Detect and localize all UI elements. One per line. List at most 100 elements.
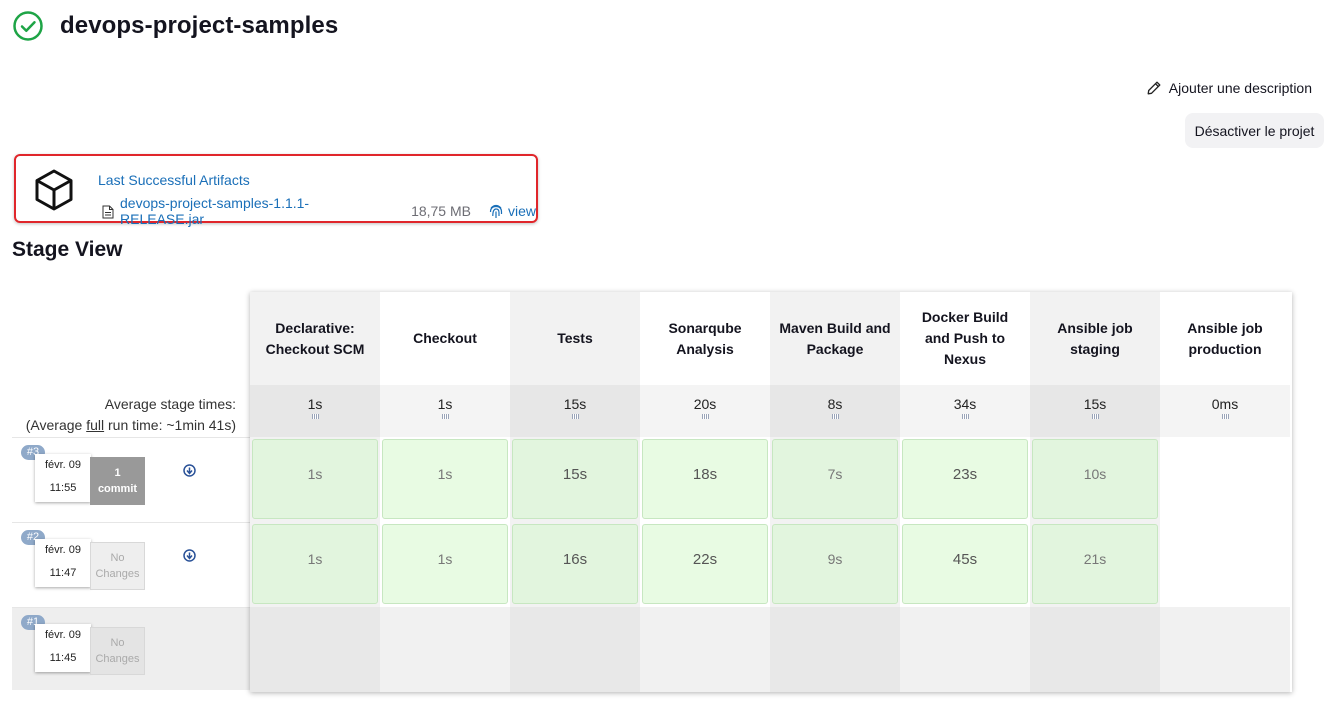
stage-average-value: 34s [953,396,977,412]
stage-cell-empty [640,607,770,692]
stage-average-bar [311,414,319,419]
build-time: 11:45 [49,652,77,664]
stage-view: Average stage times: (Average full run t… [12,292,1292,692]
stage-grid: Declarative: Checkout SCM 1s 1s 1s Checkout 1… [250,292,1292,692]
stage-average-time: 1s [380,385,510,437]
artifact-file-link[interactable]: devops-project-samples-1.1.1-RELEASE.jar [120,195,393,227]
stage-cell-success[interactable]: 1s [252,524,378,604]
stage-duration: 1s [307,466,323,482]
stage-average-value: 15s [1083,396,1107,412]
stage-header: Ansible job production [1187,319,1263,357]
stage-cell-success[interactable]: 18s [642,439,768,519]
stage-cell-success[interactable]: 1s [382,439,508,519]
build-date-card: févr. 09 11:55 [35,454,91,502]
average-stage-times-text: Average stage times: [104,396,236,412]
stage-header: Declarative: Checkout SCM [265,319,365,357]
stage-average-value: 0ms [1211,396,1239,412]
view-fingerprint-link[interactable]: view [489,203,536,219]
stage-average-time: 15s [1030,385,1160,437]
stage-header: Checkout [413,330,477,346]
stage-average-time: 20s [640,385,770,437]
stage-average-value: 8s [827,396,843,412]
stage-cell-success[interactable]: 1s [252,439,378,519]
stage-average-time: 8s [770,385,900,437]
stage-column: Ansible job production 0ms [1160,292,1290,692]
file-icon [102,205,114,219]
average-times-label: Average stage times: (Average full run t… [26,394,236,436]
fingerprint-icon [489,204,503,218]
stage-cell-empty [900,607,1030,692]
add-description-link[interactable]: Ajouter une description [1146,80,1312,96]
full-run-time-link[interactable]: full [86,417,104,433]
stage-average-bar [571,414,579,419]
stage-header: Ansible job staging [1057,319,1133,357]
build-time: 11:55 [49,482,77,494]
stage-average-bar [831,414,839,419]
stage-cell-success[interactable]: 21s [1032,524,1158,604]
stage-average-time: 15s [510,385,640,437]
stage-duration: 23s [952,466,978,483]
stage-header: Docker Build and Push to Nexus [921,309,1009,367]
stage-cell-success[interactable]: 23s [902,439,1028,519]
build-row-1: #1 févr. 09 11:45 No Changes [12,607,250,690]
stage-average-time: 1s [250,385,380,437]
stage-duration: 22s [692,551,718,568]
stage-duration: 18s [692,466,718,483]
build-info-icon[interactable] [183,549,196,562]
stage-column: Declarative: Checkout SCM 1s 1s 1s [250,292,380,692]
stage-cell-success[interactable]: 45s [902,524,1028,604]
build-row-3: #3 févr. 09 11:55 1 commit [12,437,250,522]
stage-cell-success[interactable]: 1s [382,524,508,604]
stage-average-bar [961,414,969,419]
artifact-file-size: 18,75 MB [411,203,471,219]
success-check-icon [13,11,43,41]
changes-button[interactable]: 1 commit [90,457,145,505]
stage-cell-success[interactable]: 7s [772,439,898,519]
build-date: févr. 09 [44,544,82,556]
stage-average-time: 0ms [1160,385,1290,437]
stage-column: Checkout 1s 1s 1s [380,292,510,692]
stage-column: Maven Build and Package 8s 7s 9s [770,292,900,692]
stage-column: Ansible job staging 15s 10s 21s [1030,292,1160,692]
disable-project-button[interactable]: Désactiver le projet [1185,113,1324,148]
stage-column: Tests 15s 15s 16s [510,292,640,692]
stage-average-bar [701,414,709,419]
build-history-column: Average stage times: (Average full run t… [12,292,250,692]
build-date-card: févr. 09 11:45 [35,624,91,672]
stage-duration: 7s [827,466,843,482]
stage-duration: 45s [952,551,978,568]
stage-cell-success[interactable]: 16s [512,524,638,604]
stage-cell-success[interactable]: 15s [512,439,638,519]
stage-average-value: 20s [693,396,717,412]
stage-duration: 1s [437,466,453,482]
no-changes-card: No Changes [90,542,145,590]
stage-average-value: 1s [437,396,453,412]
stage-average-bar [1091,414,1099,419]
stage-view-title: Stage View [12,238,123,261]
view-label: view [507,203,536,219]
stage-duration: 1s [437,551,453,567]
stage-cell-empty [770,607,900,692]
stage-duration: 21s [1083,551,1107,567]
stage-duration: 1s [307,551,323,567]
stage-cell-empty [380,607,510,692]
stage-header: Maven Build and Package [779,319,891,357]
last-successful-artifacts-panel: Last Successful Artifacts devops-project… [14,154,538,227]
stage-average-time: 34s [900,385,1030,437]
stage-header: Tests [557,330,593,346]
last-successful-artifacts-link[interactable]: Last Successful Artifacts [98,172,250,188]
build-date: févr. 09 [44,629,82,641]
stage-cell-success[interactable]: 10s [1032,439,1158,519]
build-info-icon[interactable] [183,464,196,477]
stage-average-bar [441,414,449,419]
package-icon [35,169,73,211]
stage-cell-success[interactable]: 22s [642,524,768,604]
build-row-2: #2 févr. 09 11:47 No Changes [12,522,250,607]
stage-duration: 9s [827,551,843,567]
stage-cell-empty [250,607,380,692]
job-header: devops-project-samples [12,10,338,42]
add-description-label: Ajouter une description [1168,80,1312,96]
stage-cell-success[interactable]: 9s [772,524,898,604]
pencil-icon [1147,81,1161,95]
stage-duration: 10s [1083,466,1107,482]
